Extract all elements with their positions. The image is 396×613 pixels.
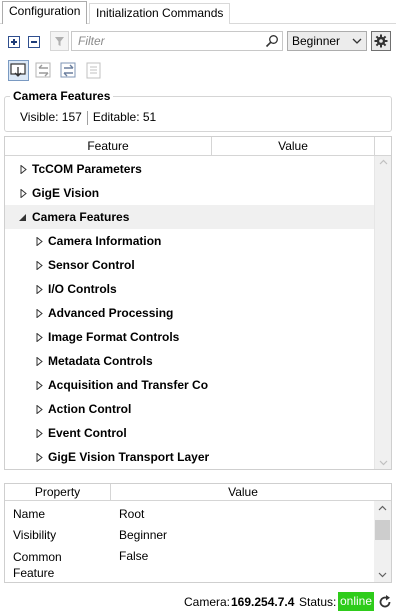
camera-features-group-title: Camera Features xyxy=(10,89,114,103)
feature-stats: Visible: 157 Editable: 51 xyxy=(20,110,156,125)
tree-row-camera-information[interactable]: Camera Information xyxy=(5,229,374,253)
sync-arrows-icon xyxy=(35,62,51,78)
load-from-device-button[interactable] xyxy=(8,60,29,81)
filter-search-box[interactable] xyxy=(71,31,283,51)
tree-row-label: Image Format Controls xyxy=(48,330,180,344)
property-key: Name xyxy=(13,507,46,521)
sync-arrows-icon xyxy=(60,62,76,78)
scroll-down-icon[interactable] xyxy=(378,572,387,578)
camera-ip: 169.254.7.4 xyxy=(231,595,295,609)
feature-tree[interactable]: Feature Value TcCOM Parameters GigE Visi… xyxy=(4,136,392,470)
collapse-arrow-icon[interactable] xyxy=(18,213,27,222)
property-value: False xyxy=(119,549,149,563)
column-header-feature[interactable]: Feature xyxy=(5,137,212,156)
tree-row-label: I/O Controls xyxy=(48,282,117,296)
expand-arrow-icon[interactable] xyxy=(20,165,28,174)
expand-arrow-icon[interactable] xyxy=(36,453,44,462)
filter-toggle-button[interactable] xyxy=(50,31,69,51)
column-header-value[interactable]: Value xyxy=(111,484,375,501)
tree-row-metadata-controls[interactable]: Metadata Controls xyxy=(5,349,374,373)
tree-row-label: Sensor Control xyxy=(48,258,135,272)
editable-count: Editable: 51 xyxy=(92,110,157,124)
scroll-down-icon[interactable] xyxy=(379,460,388,466)
column-header-value[interactable]: Value xyxy=(212,137,375,156)
tree-row-sensor-control[interactable]: Sensor Control xyxy=(5,253,374,277)
expand-arrow-icon[interactable] xyxy=(36,357,44,366)
status-badge: online xyxy=(338,592,374,611)
expand-all-button[interactable] xyxy=(8,36,20,48)
tree-row-label: Camera Features xyxy=(32,210,130,224)
tree-row-gige-vision[interactable]: GigE Vision xyxy=(5,181,374,205)
property-value: Root xyxy=(119,507,145,521)
expand-arrow-icon[interactable] xyxy=(36,237,44,246)
search-icon[interactable] xyxy=(265,34,279,48)
expand-arrow-icon[interactable] xyxy=(36,261,44,270)
expand-arrow-icon[interactable] xyxy=(36,429,44,438)
tree-row-label: Acquisition and Transfer Co xyxy=(48,378,209,392)
visible-count: Visible: 157 xyxy=(20,110,82,124)
visibility-level-value: Beginner xyxy=(292,34,341,48)
gear-icon xyxy=(374,34,388,48)
tab-configuration[interactable]: Configuration xyxy=(2,1,88,24)
camera-label: Camera: xyxy=(184,595,231,609)
property-grid-scrollbar[interactable] xyxy=(374,501,391,582)
status-label: Status: xyxy=(299,595,337,609)
tab-strip: Configuration Initialization Commands xyxy=(0,0,396,24)
tree-row-label: GigE Vision Transport Layer xyxy=(48,450,210,464)
tree-row-label: Metadata Controls xyxy=(48,354,153,368)
expand-arrow-icon[interactable] xyxy=(36,405,44,414)
property-key: Common Feature xyxy=(13,550,62,580)
column-header-property[interactable]: Property xyxy=(5,484,111,501)
collapse-all-button[interactable] xyxy=(28,36,40,48)
scroll-thumb[interactable] xyxy=(375,520,390,540)
property-key: Visibility xyxy=(13,528,57,542)
expand-arrow-icon[interactable] xyxy=(36,285,44,294)
property-grid[interactable]: Property Value Name Root Visibility Begi… xyxy=(4,483,392,583)
tree-row-acquisition-and-transfer[interactable]: Acquisition and Transfer Co xyxy=(5,373,374,397)
expand-arrow-icon[interactable] xyxy=(36,333,44,342)
tree-row-gige-vision-transport-layer[interactable]: GigE Vision Transport Layer xyxy=(5,445,374,469)
scroll-up-icon[interactable] xyxy=(379,159,388,165)
filter-input[interactable] xyxy=(76,33,260,49)
sync-right-button[interactable] xyxy=(58,60,79,81)
expand-arrow-icon[interactable] xyxy=(36,309,44,318)
tree-row-label: Action Control xyxy=(48,402,132,416)
tree-row-event-control[interactable]: Event Control xyxy=(5,421,374,445)
chevron-down-icon xyxy=(352,38,362,44)
tree-row-io-controls[interactable]: I/O Controls xyxy=(5,277,374,301)
tree-row-advanced-processing[interactable]: Advanced Processing xyxy=(5,301,374,325)
tree-row-label: Event Control xyxy=(48,426,127,440)
list-view-button[interactable] xyxy=(83,60,104,81)
expand-arrow-icon[interactable] xyxy=(20,189,28,198)
tree-row-tccom-parameters[interactable]: TcCOM Parameters xyxy=(5,157,374,181)
tree-row-action-control[interactable]: Action Control xyxy=(5,397,374,421)
tab-initialization-commands[interactable]: Initialization Commands xyxy=(89,3,231,24)
visibility-level-select[interactable]: Beginner xyxy=(287,31,367,51)
property-value: Beginner xyxy=(119,528,168,542)
expand-arrow-icon[interactable] xyxy=(36,381,44,390)
scroll-up-icon[interactable] xyxy=(378,505,387,511)
tree-row-label: GigE Vision xyxy=(32,186,100,200)
property-grid-header: Property Value xyxy=(5,484,391,501)
tree-row-image-format-controls[interactable]: Image Format Controls xyxy=(5,325,374,349)
settings-button[interactable] xyxy=(371,31,391,51)
funnel-icon xyxy=(55,37,64,46)
tree-row-label: Advanced Processing xyxy=(48,306,174,320)
refresh-icon[interactable] xyxy=(377,594,393,610)
list-icon xyxy=(86,62,101,79)
tree-row-camera-features[interactable]: Camera Features xyxy=(5,205,374,229)
tree-row-label: Camera Information xyxy=(48,234,162,248)
tree-row-label: TcCOM Parameters xyxy=(32,162,142,176)
feature-tree-scrollbar[interactable] xyxy=(374,156,391,469)
sync-left-button[interactable] xyxy=(33,60,54,81)
device-download-icon xyxy=(10,63,26,77)
feature-tree-header: Feature Value xyxy=(5,137,391,156)
